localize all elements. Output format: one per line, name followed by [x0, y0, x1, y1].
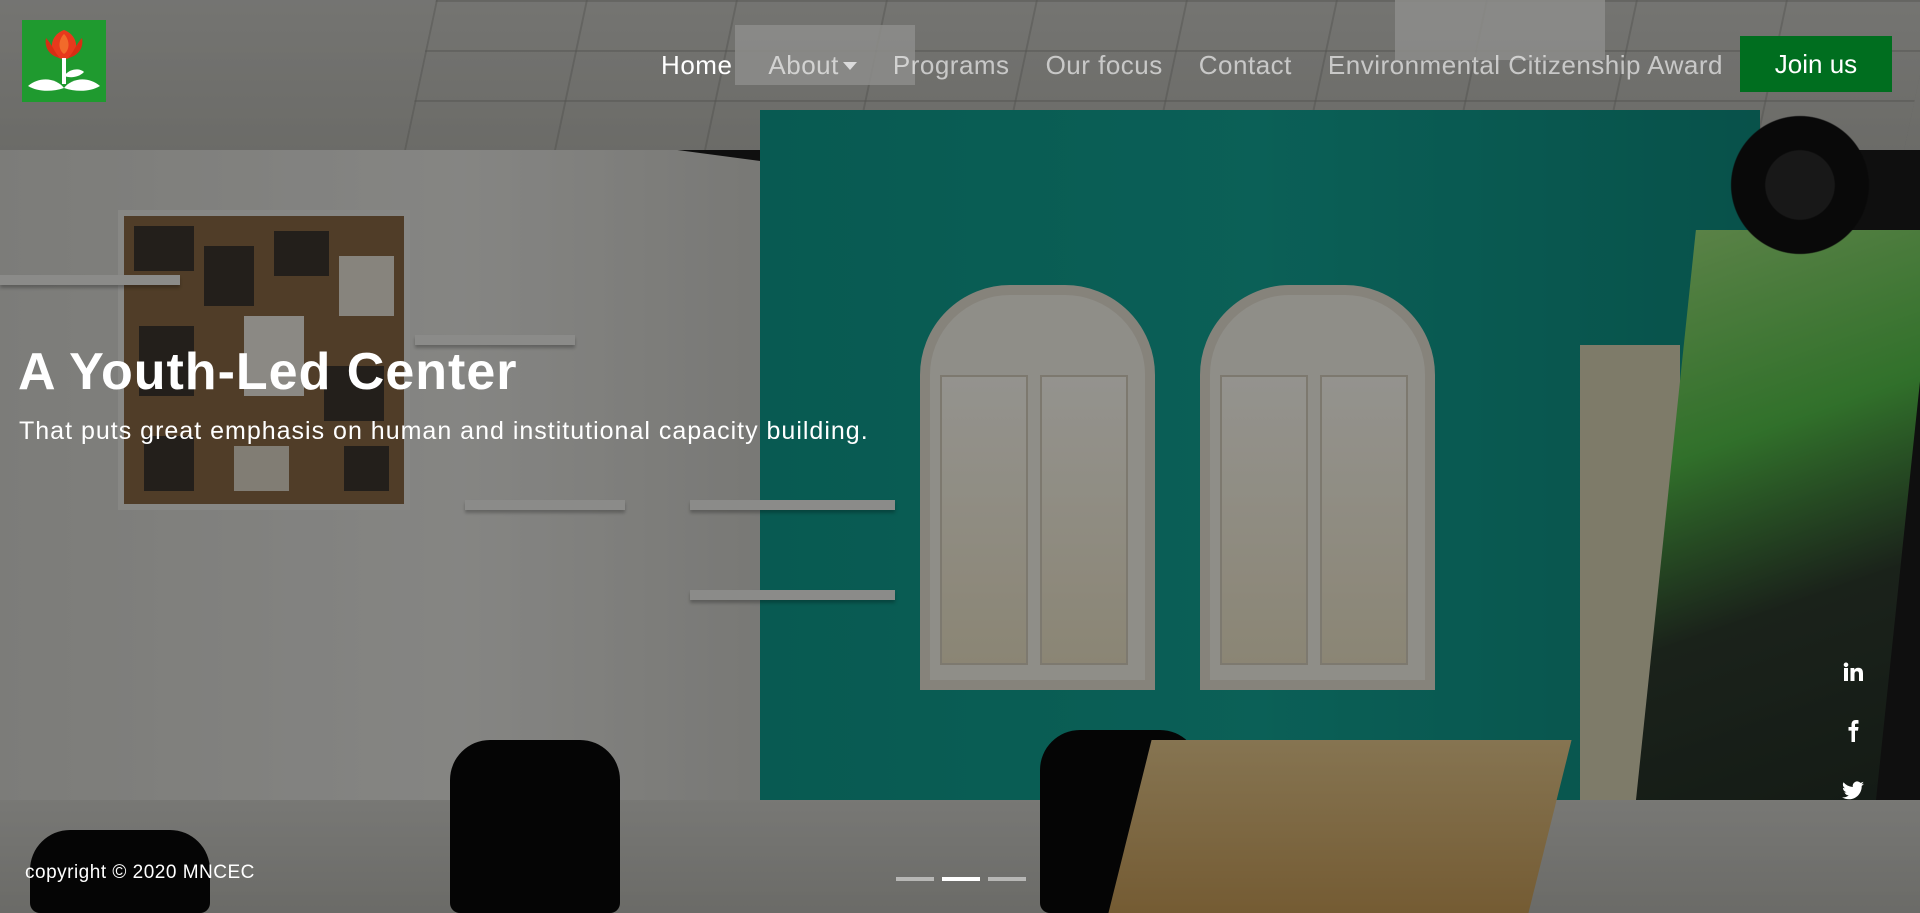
carousel-indicator[interactable] — [988, 877, 1026, 881]
site-logo[interactable] — [22, 20, 106, 102]
nav-environmental-citizenship-award[interactable]: Environmental Citizenship Award — [1328, 50, 1723, 81]
carousel-indicator-active[interactable] — [942, 877, 980, 881]
nav-programs[interactable]: Programs — [893, 50, 1010, 81]
nav-home[interactable]: Home — [661, 50, 732, 81]
nav-our-focus[interactable]: Our focus — [1046, 50, 1163, 81]
hero-background-image — [0, 0, 1920, 913]
linkedin-icon[interactable] — [1838, 657, 1868, 687]
carousel-indicator[interactable] — [896, 877, 934, 881]
copyright-text: copyright © 2020 MNCEC — [25, 862, 255, 883]
nav-contact[interactable]: Contact — [1199, 50, 1292, 81]
carousel-indicators — [896, 877, 1026, 881]
join-us-button[interactable]: Join us — [1740, 36, 1892, 92]
navbar: Home About Programs Our focus Contact En… — [0, 0, 1920, 120]
nav-about-label: About — [768, 49, 839, 80]
nav-links: Home About Programs Our focus Contact En… — [625, 44, 1723, 86]
chevron-down-icon — [842, 61, 857, 70]
flower-in-hands-logo-icon — [22, 20, 106, 102]
hero-title: A Youth-Led Center — [18, 343, 518, 401]
hero-subtitle: That puts great emphasis on human and in… — [19, 417, 869, 445]
twitter-icon[interactable] — [1838, 776, 1868, 806]
facebook-icon[interactable] — [1838, 716, 1868, 746]
nav-about[interactable]: About — [768, 49, 857, 81]
